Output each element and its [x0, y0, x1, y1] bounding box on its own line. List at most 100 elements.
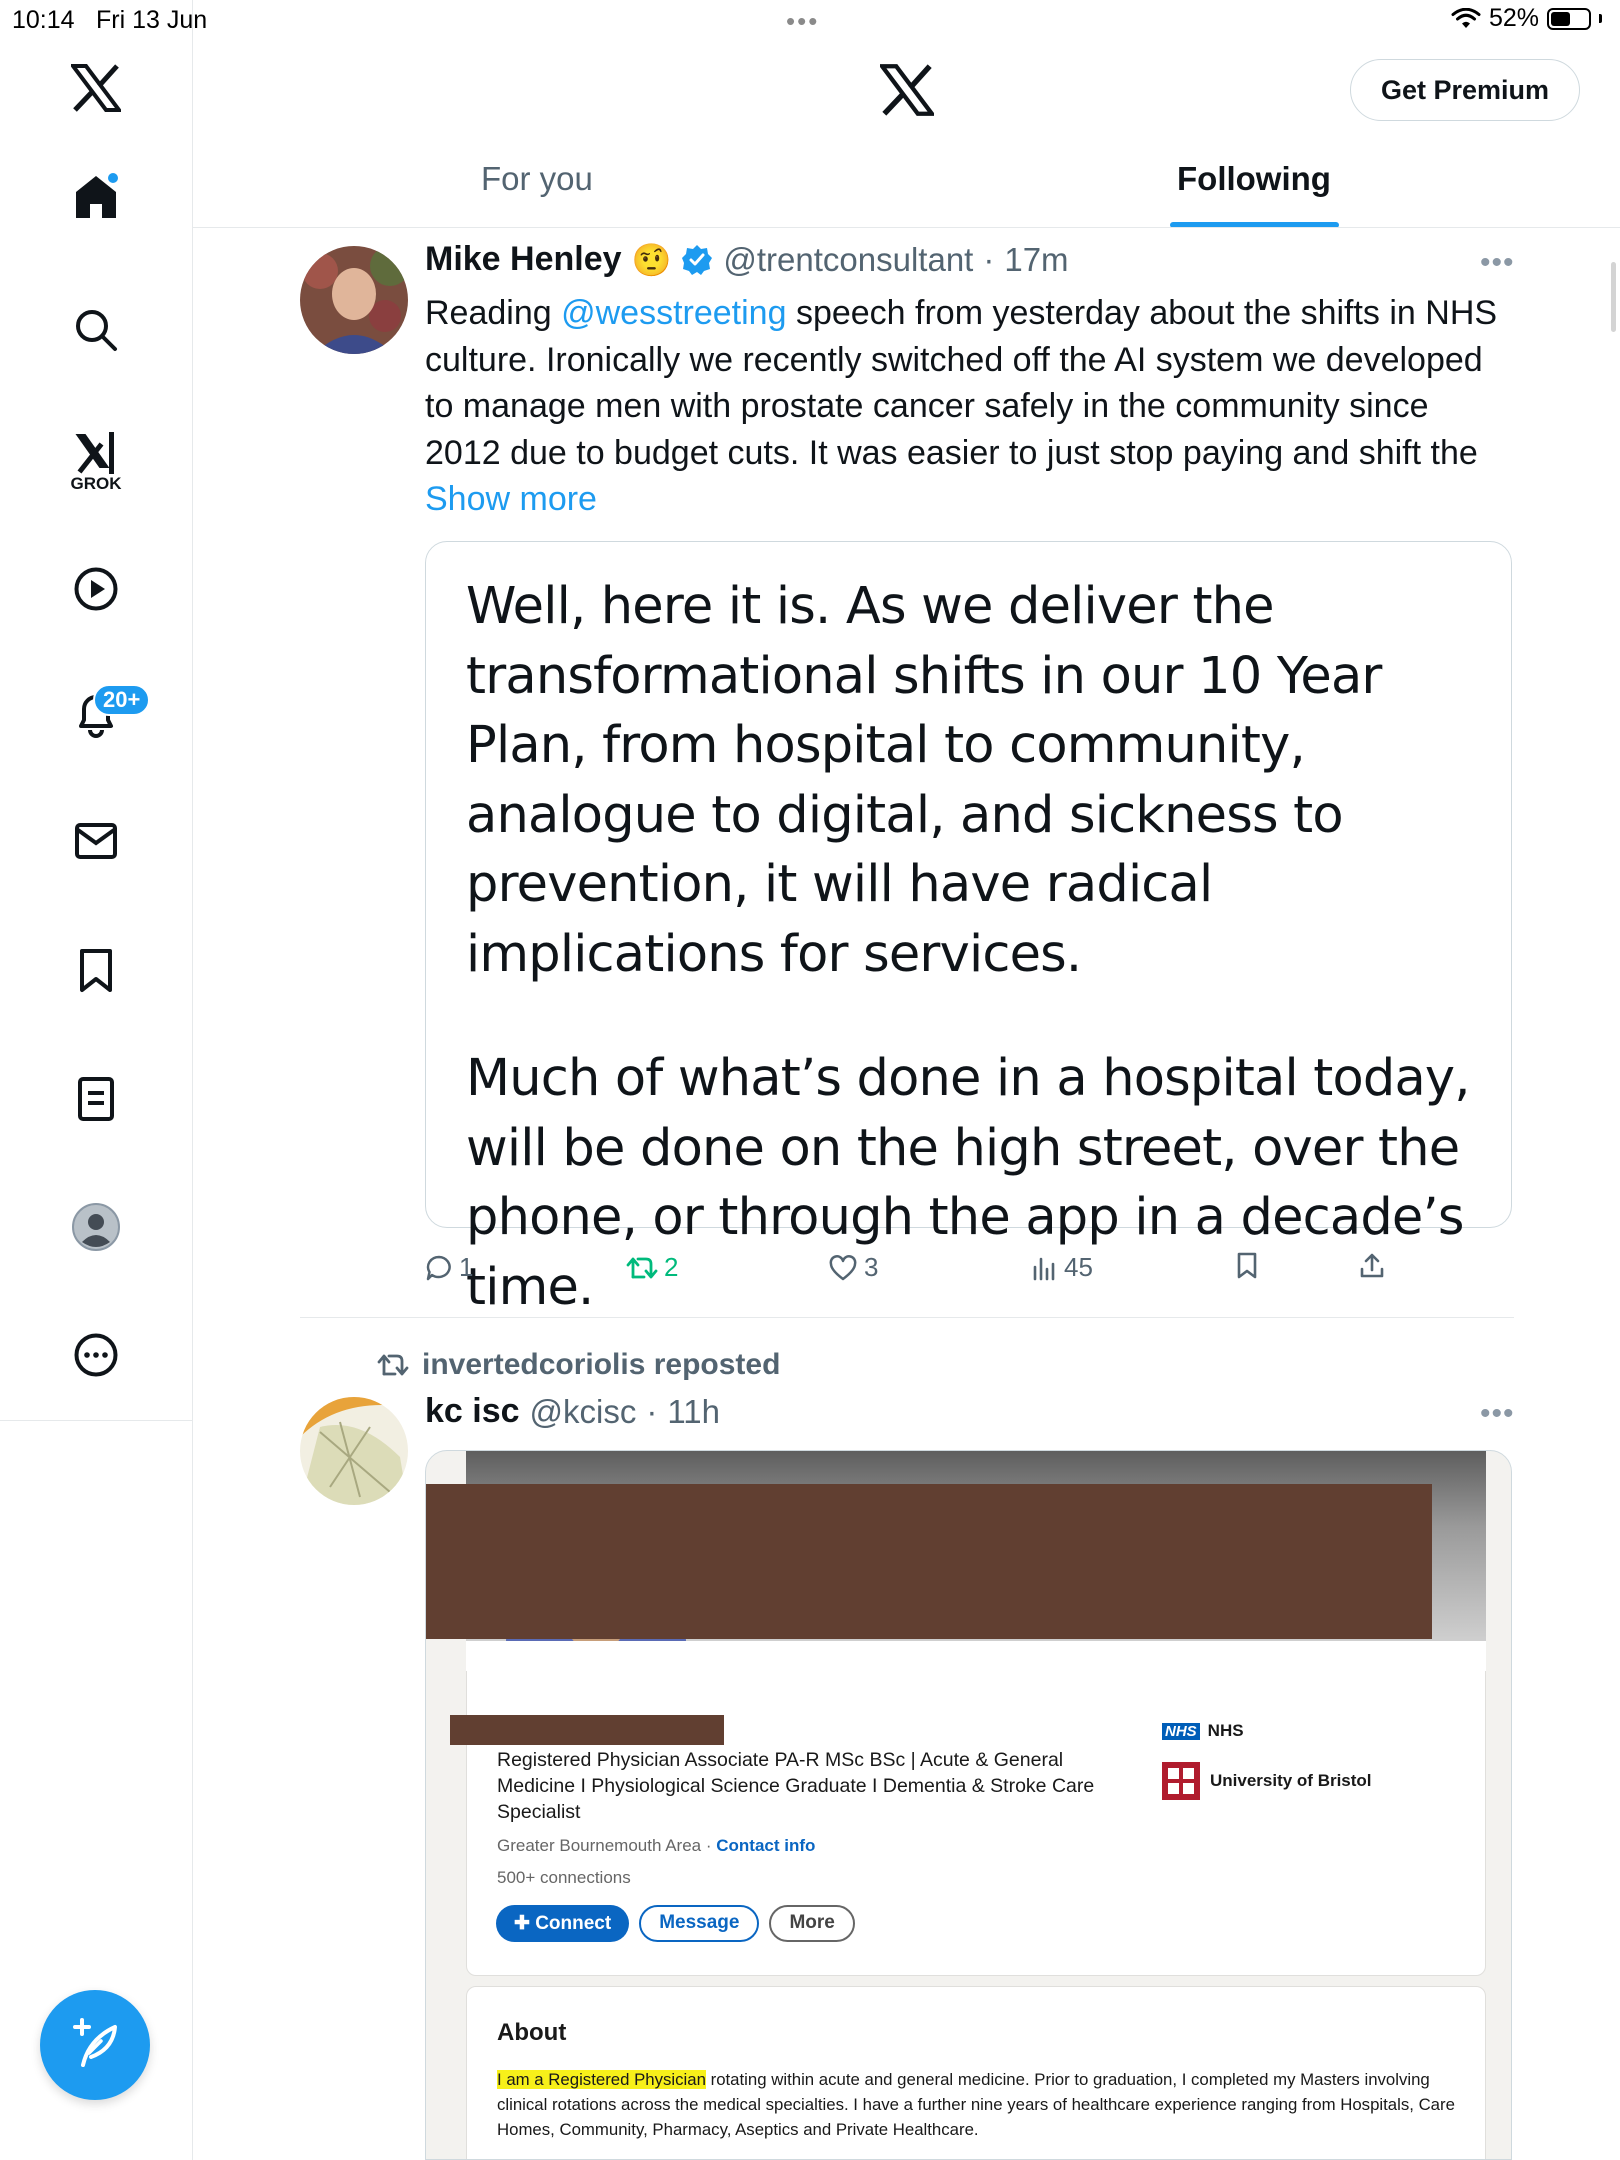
- profile-location-line: Greater Bournemouth Area · Contact info: [497, 1836, 816, 1855]
- header-x-logo[interactable]: [877, 64, 937, 121]
- nav-more[interactable]: [73, 1332, 119, 1378]
- tweet-time[interactable]: 17m: [1004, 241, 1068, 279]
- tweet-more-icon[interactable]: •••: [1480, 246, 1515, 280]
- author-handle[interactable]: @trentconsultant: [723, 241, 973, 279]
- tweet-header: Mike Henley 🤨 @trentconsultant · 17m: [425, 240, 1069, 279]
- repost-icon: [626, 1257, 658, 1278]
- quote-paragraph-2: Much of what’s done in a hospital today,…: [466, 1049, 1471, 1317]
- tweet-header: kc isc @kcisc · 11h: [425, 1392, 720, 1431]
- reply-button[interactable]: 1: [425, 1252, 473, 1283]
- meta-separator: ·: [983, 240, 995, 278]
- tweet-more-icon[interactable]: •••: [1480, 1397, 1515, 1431]
- mention-link[interactable]: @wesstreeting: [561, 294, 786, 332]
- messages-icon: [75, 823, 117, 859]
- tweet-text: Reading @wesstreeting speech from yester…: [425, 290, 1505, 523]
- video-icon: [74, 567, 118, 611]
- nav-notifications[interactable]: 20+: [73, 684, 151, 743]
- about-highlight: I am a Registered Physician: [497, 2070, 706, 2089]
- contact-info-link: Contact info: [716, 1836, 816, 1855]
- tab-following[interactable]: Following: [1177, 160, 1331, 198]
- header-divider: [193, 227, 1620, 228]
- grok-label: GROK: [70, 474, 122, 493]
- repost-label-text: invertedcoriolis reposted: [422, 1348, 781, 1381]
- emoji: 🤨: [631, 241, 672, 278]
- profile-connections: 500+ connections: [497, 1868, 631, 1887]
- x-logo-icon: [877, 64, 937, 116]
- analytics-icon: [1033, 1257, 1055, 1280]
- redaction-box: [426, 1484, 1432, 1639]
- left-nav-divider: [0, 1420, 192, 1421]
- search-icon: [76, 310, 117, 351]
- nav-messages[interactable]: [74, 822, 118, 860]
- more-button-image: More: [769, 1905, 855, 1942]
- author-name[interactable]: kc isc: [425, 1392, 520, 1431]
- reply-count: 1: [459, 1252, 474, 1282]
- author-handle[interactable]: @kcisc: [530, 1393, 637, 1431]
- bookmarks-icon: [80, 949, 112, 992]
- repost-attribution[interactable]: invertedcoriolis reposted: [376, 1348, 780, 1382]
- status-right: 52%: [1451, 4, 1602, 33]
- avatar[interactable]: [300, 246, 408, 354]
- views-button[interactable]: 45: [1032, 1252, 1093, 1283]
- author-name[interactable]: Mike Henley: [425, 240, 622, 279]
- org-nhs: NHS NHS: [1162, 1721, 1244, 1741]
- x-logo-icon: [71, 64, 121, 112]
- multitasking-dots[interactable]: •••: [786, 6, 819, 37]
- about-text: I am a Registered Physician rotating wit…: [497, 2070, 1455, 2139]
- scrollbar[interactable]: [1611, 262, 1616, 332]
- compose-icon: [73, 2018, 117, 2067]
- university-logo-icon: [1162, 1762, 1200, 1800]
- redaction-name: [450, 1715, 724, 1745]
- connect-button-image: ✚ Connect: [496, 1905, 630, 1942]
- nav-lists[interactable]: [77, 1076, 115, 1122]
- nav-video[interactable]: [73, 566, 119, 612]
- get-premium-button[interactable]: Get Premium: [1350, 59, 1580, 121]
- nav-x-logo[interactable]: [71, 64, 121, 112]
- repost-icon: [377, 1354, 409, 1376]
- nhs-logo: NHS: [1162, 1722, 1200, 1740]
- meta-separator: ·: [646, 1392, 658, 1430]
- reply-icon: [426, 1255, 451, 1280]
- battery-percent: 52%: [1488, 4, 1539, 32]
- profile-buttons: ✚ Connect Message More: [496, 1905, 855, 1942]
- org-bristol: University of Bristol: [1162, 1762, 1372, 1800]
- share-icon: [1360, 1253, 1384, 1278]
- tweet-divider: [300, 1317, 1514, 1318]
- profile-location: Greater Bournemouth Area: [497, 1836, 702, 1855]
- avatar[interactable]: [300, 1397, 408, 1505]
- lists-icon: [78, 1077, 114, 1121]
- heart-icon: [829, 1254, 857, 1280]
- like-button[interactable]: 3: [828, 1252, 878, 1283]
- show-more-link[interactable]: Show more: [425, 480, 597, 518]
- more-icon: [74, 1333, 118, 1377]
- nav-grok[interactable]: GROK: [71, 428, 122, 494]
- battery-icon: [1547, 7, 1591, 30]
- quote-paragraph-1: Well, here it is. As we deliver the tran…: [466, 577, 1382, 984]
- like-count: 3: [864, 1252, 879, 1282]
- bookmark-button[interactable]: [1236, 1252, 1258, 1280]
- bookmark-icon: [1237, 1252, 1257, 1279]
- nav-search[interactable]: [74, 308, 118, 352]
- verified-badge-icon: [682, 244, 713, 275]
- message-button-image: Message: [639, 1905, 760, 1942]
- tab-for-you[interactable]: For you: [481, 160, 593, 198]
- share-button[interactable]: [1358, 1252, 1386, 1280]
- nav-bookmarks[interactable]: [78, 948, 114, 994]
- wifi-icon: [1451, 7, 1481, 28]
- repost-count: 2: [664, 1252, 679, 1282]
- compose-button[interactable]: [40, 1990, 150, 2100]
- home-icon: [76, 172, 120, 218]
- profile-headline: Registered Physician Associate PA-R MSc …: [497, 1749, 1095, 1823]
- attached-image[interactable]: Registered Physician Associate PA-R MSc …: [425, 1450, 1512, 2160]
- view-count: 45: [1064, 1252, 1093, 1282]
- profile-icon: [72, 1203, 120, 1251]
- nav-profile[interactable]: [71, 1202, 121, 1252]
- tweet-text-start: Reading: [425, 294, 562, 332]
- repost-button[interactable]: 2: [626, 1252, 678, 1283]
- about-title: About: [497, 2019, 567, 2046]
- grok-icon: [75, 432, 114, 474]
- tweet-time[interactable]: 11h: [667, 1393, 720, 1431]
- notifications-badge: 20+: [93, 684, 151, 716]
- nav-home[interactable]: [72, 172, 120, 222]
- quote-text: Well, here it is. As we deliver the tran…: [466, 572, 1486, 1322]
